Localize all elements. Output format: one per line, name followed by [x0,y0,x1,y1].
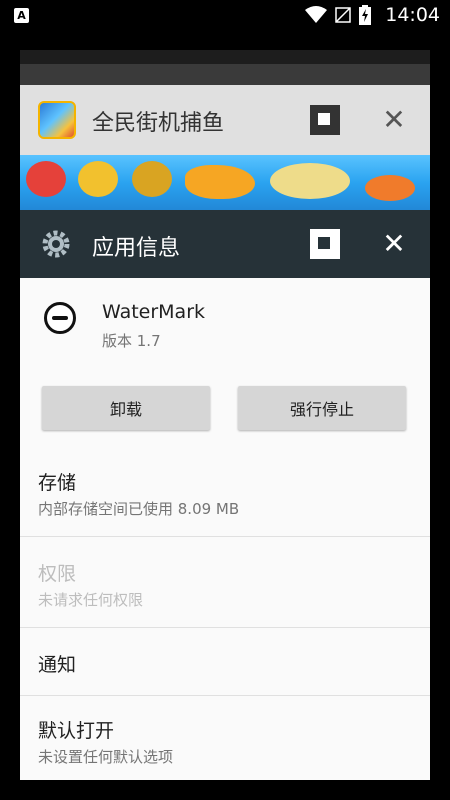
watermark-app-icon [44,302,76,334]
wifi-icon [305,6,328,23]
game-card-title: 全民街机捕鱼 [92,111,225,136]
pref-storage[interactable]: 存储 内部存储空间已使用 8.09 MB [20,450,430,536]
settings-card-title: 应用信息 [92,236,181,261]
pref-open-by-default[interactable]: 默认打开 未设置任何默认选项 [20,696,430,780]
game-preview-item [26,161,66,197]
pref-notifications[interactable]: 通知 [20,628,430,695]
battery-charging-icon [359,5,372,25]
signal-off-icon [335,7,351,23]
game-preview-fish [270,163,350,199]
pref-permissions[interactable]: 权限 未请求任何权限 [20,537,430,627]
pref-title: 通知 [38,654,77,676]
force-stop-button[interactable]: 强行停止 [238,386,406,430]
pref-title: 权限 [38,563,77,585]
pref-subtitle: 内部存储空间已使用 8.09 MB [38,500,240,518]
multiwindow-icon[interactable] [310,229,340,259]
app-notification-icon: A [14,8,29,23]
multiwindow-icon[interactable] [310,105,340,135]
close-icon[interactable]: ✕ [380,106,408,134]
status-bar: A 14:04 [0,0,450,30]
app-name: WaterMark [102,301,206,323]
settings-gear-icon [42,230,70,258]
pref-title: 默认打开 [38,720,115,742]
pref-subtitle: 未设置任何默认选项 [38,748,174,766]
pref-title: 存储 [38,472,77,494]
game-preview-item [78,161,118,197]
game-preview-fish [185,165,255,199]
settings-card-header[interactable]: 应用信息 ✕ [20,210,430,278]
status-icons: 14:04 [305,0,440,30]
game-preview-item [132,161,172,197]
recent-card-settings[interactable]: 应用信息 ✕ WaterMark 版本 1.7 卸载 强行停止 存储 内部存储空… [20,210,430,780]
game-preview-fish [365,175,415,201]
game-app-icon [38,101,76,139]
clock: 14:04 [385,4,440,26]
app-header-row: WaterMark 版本 1.7 [20,278,430,373]
pref-subtitle: 未请求任何权限 [38,591,144,609]
close-icon[interactable]: ✕ [380,230,408,258]
recent-card-game[interactable]: 全民街机捕鱼 ✕ [20,85,430,225]
game-card-header[interactable]: 全民街机捕鱼 ✕ [20,85,430,155]
uninstall-button[interactable]: 卸载 [42,386,210,430]
app-version: 版本 1.7 [102,332,161,350]
